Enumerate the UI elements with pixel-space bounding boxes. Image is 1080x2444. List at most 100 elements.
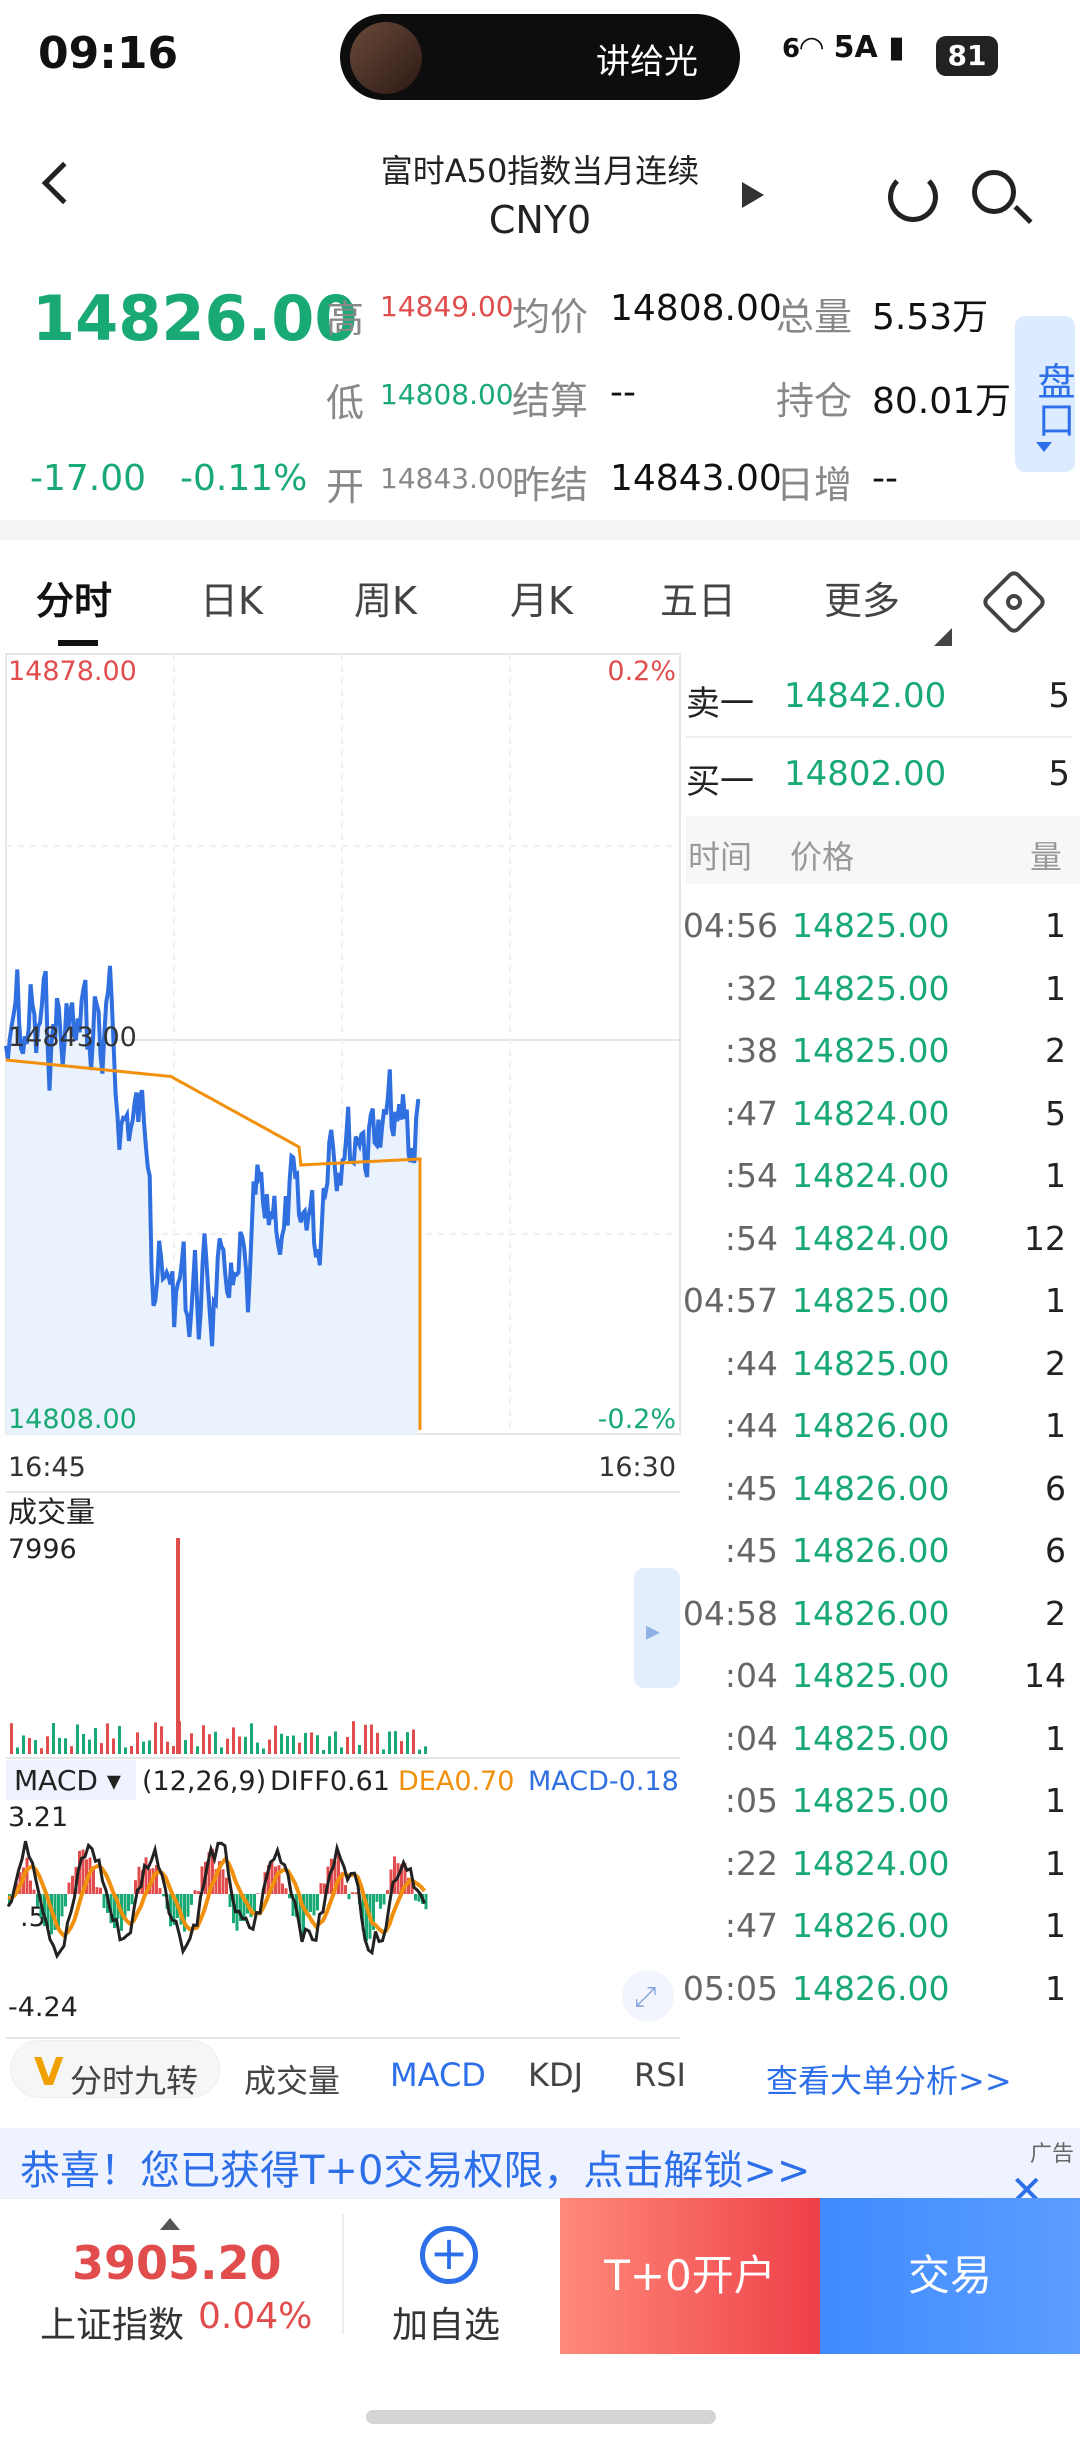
price-change-pct: -0.11% [180,458,308,499]
volume-bar [352,1721,355,1754]
volume-bar [280,1733,283,1754]
add-watchlist-label[interactable]: 加自选 [392,2296,500,2348]
ad-label: 广告 [1030,2142,1075,2167]
tick-time: :05 [724,1781,778,1820]
volume-bar [190,1733,193,1754]
bid-volume: 5 [1048,754,1070,794]
tick-price: 14826.00 [792,1406,950,1445]
indicator-kdj[interactable]: KDJ [528,2056,583,2094]
switch-contract-icon[interactable] [742,182,764,208]
big-order-link[interactable]: 查看大单分析>> [766,2056,1012,2102]
macd-bar [221,1869,225,1894]
orderbook-divider [686,736,1072,738]
volume-bar [160,1726,163,1754]
fullscreen-arrows-icon: ⤢ [634,1980,656,2013]
tick-price: 14826.00 [792,1968,950,2008]
indicator-nine-turn[interactable]: 分时九转 [70,2056,198,2102]
indicator-macd[interactable]: MACD [390,2056,486,2094]
macd-bar [344,1885,347,1894]
tick-volume: 1 [1045,1906,1066,1945]
chart-settings-icon-dot [1006,594,1022,610]
status-time: 09:16 [38,28,179,79]
volume-bar [40,1748,43,1754]
tick-price: 14824.00 [792,1218,950,1258]
volume-bar [124,1747,127,1754]
avg-label: 均价 [512,295,589,339]
volume-bar [262,1748,265,1754]
ask-volume: 5 [1048,676,1070,716]
tab-five-day[interactable]: 五日 [660,570,736,625]
macd-bar [253,1894,256,1913]
trade-button[interactable]: 交易 [820,2198,1080,2354]
tick-price: 14825.00 [792,968,950,1008]
volume-bar [46,1736,49,1754]
tick-volume: 14 [1024,1656,1066,1695]
tick-row: :54 14824.00 1 [684,1148,1076,1211]
tick-row: 04:58 14826.00 2 [683,1586,1076,1649]
volume-bar [94,1728,97,1754]
tab-intraday[interactable]: 分时 [36,570,112,625]
ticks-list[interactable]: 04:56 14825.00 1:32 14825.00 1:38 14825.00 2:4… [682,898,1076,2024]
bid-price: 14802.00 [784,754,947,794]
intraday-chart[interactable]: 14878.00 0.2% 14843.00 14808.00 -0.2% 16… [0,650,684,2040]
macd-bar [29,1880,32,1894]
volume-bar [310,1732,313,1754]
indicator-rsi[interactable]: RSI [634,2056,686,2094]
tick-price: 14824.00 [792,1843,950,1883]
tick-time: :04 [724,1718,778,1758]
tick-price: 14825.00 [792,1656,950,1695]
indicator-volume[interactable]: 成交量 [244,2056,340,2102]
volume-bar [370,1724,373,1754]
tab-weekly-k[interactable]: 周K [354,570,417,625]
search-icon[interactable] [972,170,1016,214]
volume-bar [406,1732,409,1754]
music-avatar [350,22,422,94]
volume-bar [358,1744,361,1754]
ticks-col-time: 时间 [688,838,753,876]
index-name[interactable]: 上证指数 [40,2296,184,2348]
volume-label: 成交量 [8,1495,95,1529]
tab-monthly-k[interactable]: 月K [510,570,573,625]
volume-bar [202,1725,205,1754]
tick-volume: 1 [1045,1843,1066,1883]
volume-bar [394,1731,397,1754]
collapse-arrow-icon: ▸ [646,1614,660,1647]
index-change: 0.04% [198,2296,313,2337]
tick-row: 04:56 14825.00 1 [683,898,1076,961]
tab-daily-k[interactable]: 日K [200,570,263,625]
tab-more[interactable]: 更多 [824,570,900,625]
volume-bar [22,1735,25,1754]
volume-bar [136,1732,139,1754]
tick-volume: 1 [1045,1781,1066,1820]
open-interest-value: 80.01万 [872,381,1012,422]
tick-row: 05:05 14826.00 1 [682,1961,1076,2024]
high-value: 14849.00 [380,290,514,323]
promo-banner[interactable]: 恭喜！您已获得T+0交易权限，点击解锁>> [0,2128,1080,2198]
pill-text: 讲给光 [596,42,698,82]
macd-bar [155,1865,158,1894]
refresh-icon[interactable] [888,172,938,222]
macd-params: (12,26,9) [142,1766,266,1797]
signal-icon: 6◠ 5A ▮ [782,30,905,65]
volume-bar [334,1731,337,1754]
tick-time: :45 [724,1531,778,1570]
add-watchlist-icon[interactable]: + [420,2226,478,2284]
volume-bar [328,1736,331,1754]
volume-bar [154,1722,157,1754]
tick-time: :38 [724,1031,778,1070]
index-expand-icon[interactable] [160,2218,180,2230]
macd-selector[interactable]: MACD ▾ [14,1764,121,1797]
price-change: -17.00 [30,458,147,499]
tick-time: :04 [724,1656,778,1695]
home-indicator[interactable] [366,2410,716,2424]
volume-bar [322,1749,325,1754]
tick-time: :47 [724,1906,778,1945]
avg-value: 14808.00 [610,288,782,329]
volume-bar [340,1747,343,1754]
open-account-button[interactable]: T+0开户 [560,2198,820,2354]
tick-time: 05:05 [682,1968,778,2008]
tick-price: 14825.00 [792,1343,950,1383]
macd-bar [414,1894,417,1901]
index-value[interactable]: 3905.20 [72,2236,282,2290]
tick-volume: 6 [1045,1468,1066,1508]
